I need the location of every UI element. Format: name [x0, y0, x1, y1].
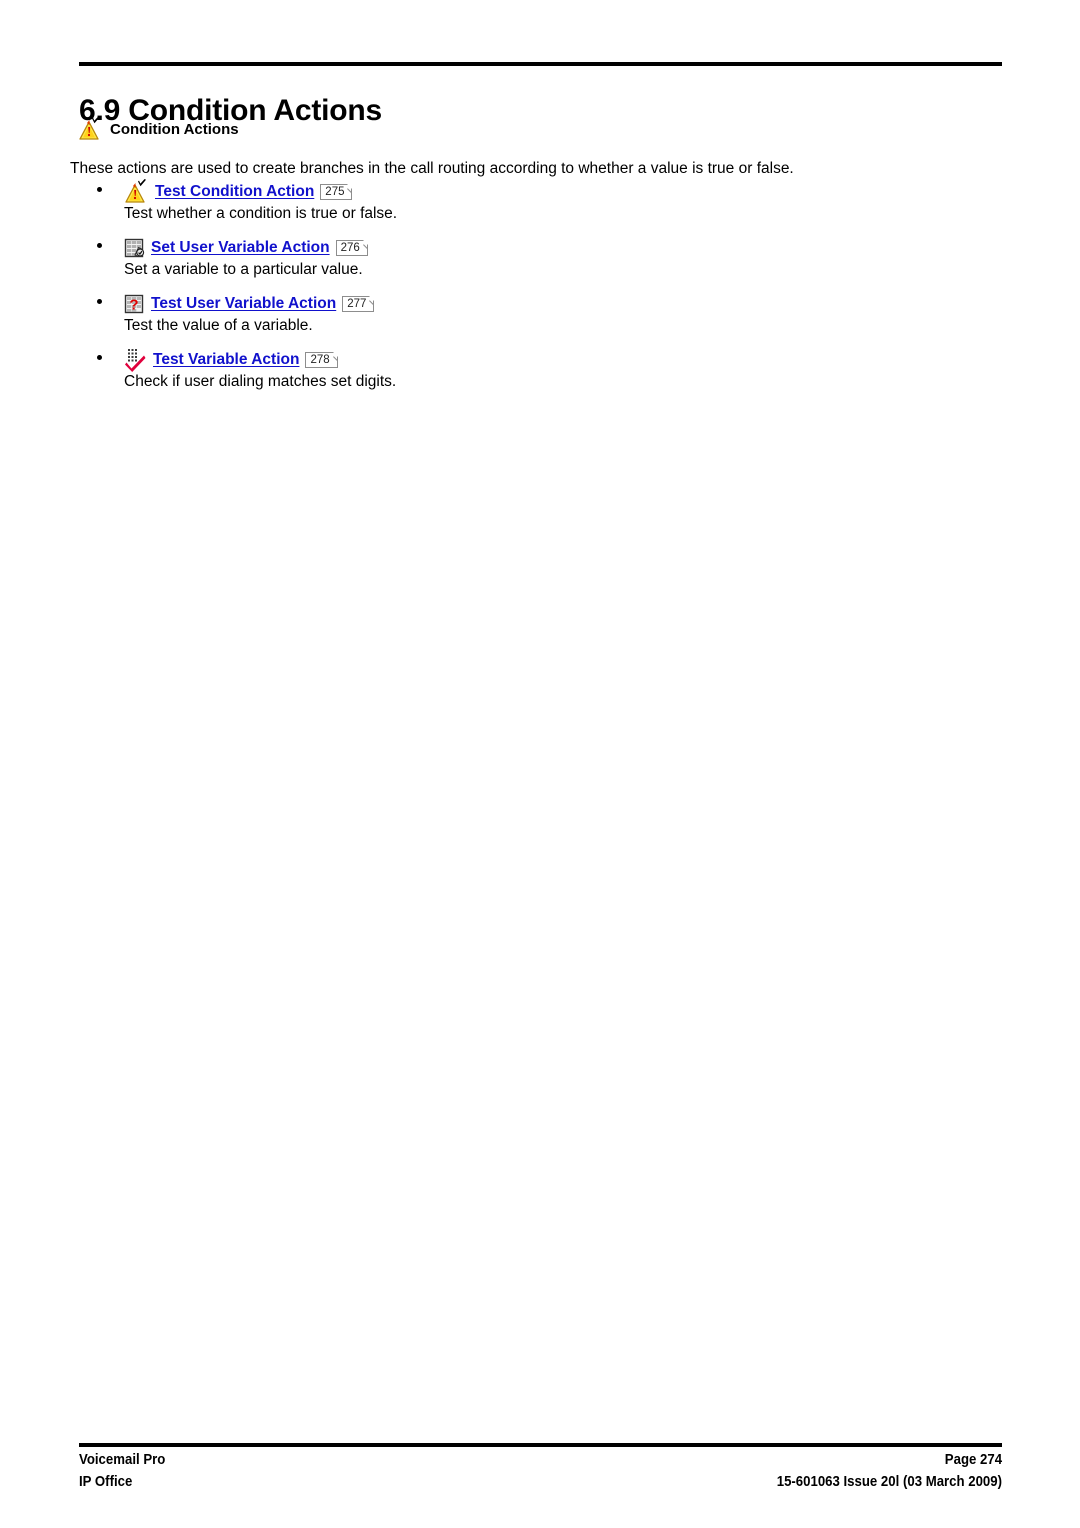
- bullet-marker: [97, 299, 102, 304]
- grid-pencil-icon: [124, 238, 146, 260]
- warning-triangle-check-icon: [124, 179, 150, 205]
- footer-page-number: Page 274: [944, 1451, 1002, 1468]
- link-test-condition-action[interactable]: Test Condition Action: [155, 183, 314, 202]
- list-item-description: Test the value of a variable.: [124, 317, 313, 334]
- list-item-description: Test whether a condition is true or fals…: [124, 205, 398, 222]
- page-reference[interactable]: 277: [342, 296, 375, 312]
- bullet-marker: [97, 187, 102, 192]
- action-list: Test Condition Action 275 Test whether a…: [70, 176, 1005, 400]
- link-test-user-variable-action[interactable]: Test User Variable Action: [151, 295, 336, 314]
- document-page: 6.9 Condition Actions Condition Actions …: [0, 0, 1080, 1528]
- warning-triangle-check-icon: [78, 116, 104, 142]
- footer-document-id: 15-601063 Issue 20l (03 March 2009): [776, 1473, 1002, 1490]
- footer-rule: [79, 1443, 1002, 1447]
- list-item: Test Variable Action 278 Check if user d…: [70, 344, 1005, 392]
- section-subheading-label: Condition Actions: [110, 121, 239, 138]
- footer-product-family: IP Office: [79, 1473, 133, 1490]
- keypad-check-icon: [124, 347, 148, 373]
- page-reference[interactable]: 275: [320, 184, 353, 200]
- page-reference[interactable]: 278: [305, 352, 338, 368]
- list-item-description: Check if user dialing matches set digits…: [124, 373, 397, 390]
- list-item-header: Test Variable Action 278: [124, 344, 1005, 373]
- list-item-header: ? Test User Variable Action 277: [124, 288, 1005, 314]
- page-footer: Voicemail Pro Page 274 IP Office 15-6010…: [79, 1449, 1002, 1493]
- list-item-header: Set User Variable Action 276: [124, 232, 1005, 258]
- link-test-variable-action[interactable]: Test Variable Action: [153, 351, 299, 370]
- footer-product-name: Voicemail Pro: [79, 1451, 166, 1468]
- grid-question-mark-icon: ?: [124, 294, 146, 316]
- list-item-description: Set a variable to a particular value.: [124, 261, 363, 278]
- list-item-header: Test Condition Action 275: [124, 176, 1005, 205]
- list-item: ? Test User Variable Action 277 Test the…: [70, 288, 1005, 336]
- page-reference[interactable]: 276: [335, 240, 368, 256]
- bullet-marker: [97, 355, 102, 360]
- list-item: Test Condition Action 275 Test whether a…: [70, 176, 1005, 224]
- list-item: Set User Variable Action 276 Set a varia…: [70, 232, 1005, 280]
- header-rule: [79, 62, 1002, 66]
- link-set-user-variable-action[interactable]: Set User Variable Action: [151, 239, 330, 258]
- svg-text:?: ?: [129, 297, 138, 314]
- bullet-marker: [97, 243, 102, 248]
- section-subheading: Condition Actions: [78, 113, 239, 142]
